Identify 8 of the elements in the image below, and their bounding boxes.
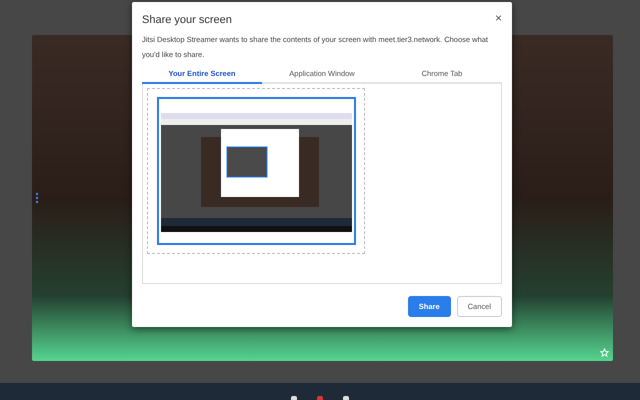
toolbar-icon[interactable]: [343, 396, 349, 400]
hangup-icon[interactable]: [317, 396, 323, 400]
dialog-title: Share your screen: [142, 14, 232, 26]
dots-icon[interactable]: [35, 192, 39, 204]
close-button[interactable]: ×: [494, 12, 502, 24]
toolbar-icon[interactable]: [291, 396, 297, 400]
star-icon[interactable]: [600, 348, 609, 357]
screen-source[interactable]: [147, 88, 365, 254]
